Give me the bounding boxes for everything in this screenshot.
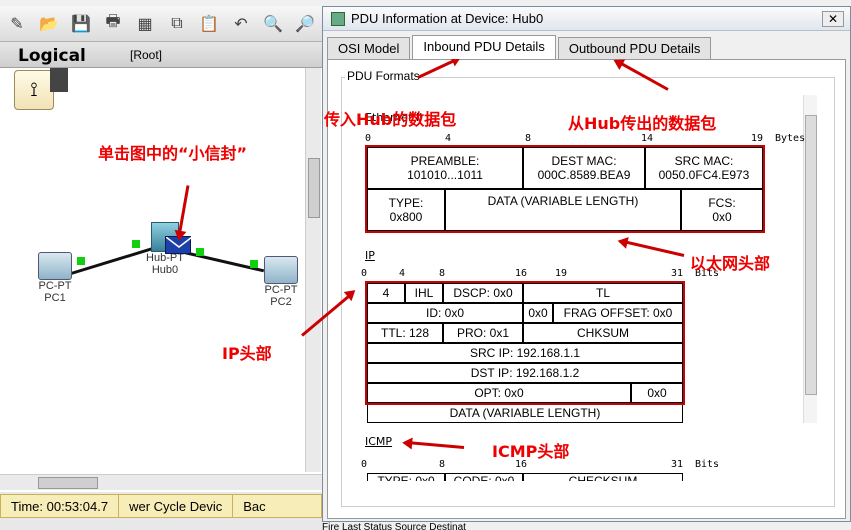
device-type: PC-PT — [38, 280, 72, 292]
annotation-outbound: 从Hub传出的数据包 — [568, 114, 717, 133]
annotation-click-envelope: 单击图中的“小信封” — [98, 144, 248, 163]
workspace-vertical-scrollbar[interactable] — [305, 68, 321, 472]
tab-bar: OSI Model Inbound PDU Details Outbound P… — [327, 35, 713, 59]
scale-tick: 14 — [641, 133, 654, 144]
scale-unit: Bytes — [775, 133, 806, 144]
group-label: PDU Formats — [345, 69, 422, 83]
scale-tick: 4 — [445, 133, 452, 144]
back-button[interactable]: Bac — [233, 495, 275, 517]
copy-icon[interactable]: ⧉ — [164, 11, 190, 37]
main-toolbar: ✎ 📂 💾 🖶 ▦ ⧉ 📋 ↶ 🔍 🔎 — [0, 6, 330, 42]
paste-icon[interactable]: 📋 — [196, 11, 222, 37]
device-pc2[interactable]: PC-PT PC2 — [256, 256, 306, 308]
scale-unit: Bits — [695, 459, 720, 470]
zoom-icon[interactable]: 🔎 — [292, 11, 318, 37]
save-icon[interactable]: 💾 — [68, 11, 94, 37]
scale-tick: 31 — [671, 268, 684, 279]
tab-osi-model[interactable]: OSI Model — [327, 37, 411, 59]
time-display: Time: 00:53:04.7 — [1, 495, 120, 517]
scroll-thumb[interactable] — [308, 158, 320, 218]
scale-tick: 16 — [515, 268, 528, 279]
scale-tick: 19 — [751, 133, 764, 144]
scroll-thumb[interactable] — [38, 477, 98, 489]
field-icmp-type: TYPE: 0x0 — [367, 473, 445, 481]
open-icon[interactable]: 📂 — [36, 11, 62, 37]
pdu-vertical-scrollbar[interactable] — [803, 95, 817, 423]
annotation-icmp-header: ICMP头部 — [492, 442, 570, 461]
viewport-icon[interactable] — [50, 68, 68, 92]
scale-tick: 0 — [365, 133, 372, 144]
activity-wizard-icon[interactable]: ▦ — [132, 11, 158, 37]
print-icon[interactable]: 🖶 — [100, 11, 126, 37]
scale-tick: 0 — [361, 268, 368, 279]
field-icmp-code: CODE: 0x0 — [445, 473, 523, 481]
icmp-row-clip: TYPE: 0x0 CODE: 0x0 CHECKSUM — [367, 473, 683, 481]
scale-tick: 0 — [361, 459, 368, 470]
workspace-horizontal-scrollbar[interactable] — [0, 474, 322, 490]
device-pc1[interactable]: PC-PT PC1 — [30, 252, 80, 304]
annotation-ethernet-header: 以太网头部 — [690, 254, 771, 273]
undo-icon[interactable]: ↶ — [228, 11, 254, 37]
link-dot — [196, 248, 204, 256]
event-list-header: Fire Last Status Source Destinat — [322, 522, 851, 530]
scale-tick: 31 — [671, 459, 684, 470]
pc-icon — [264, 256, 298, 284]
app-icon — [331, 11, 345, 26]
logical-view-icon[interactable]: ⟟ — [14, 70, 54, 110]
scale-tick: 4 — [399, 268, 406, 279]
ip-header-label: IP — [365, 249, 375, 262]
pc-icon — [38, 252, 72, 280]
logical-mode-label: Logical — [18, 46, 86, 66]
dialog-title: PDU Information at Device: Hub0 — [351, 11, 544, 26]
annotation-ip-header: IP头部 — [222, 344, 272, 363]
annotation-inbound: 传入Hub的数据包 — [324, 110, 457, 129]
status-bar: Time: 00:53:04.7 wer Cycle Devic Bac — [0, 494, 322, 518]
scroll-thumb[interactable] — [805, 115, 817, 395]
tab-inbound-pdu-details[interactable]: Inbound PDU Details — [412, 35, 556, 59]
dialog-titlebar[interactable]: PDU Information at Device: Hub0 — [323, 7, 850, 31]
device-name: PC2 — [270, 296, 292, 308]
tab-outbound-pdu-details[interactable]: Outbound PDU Details — [557, 37, 712, 59]
power-cycle-button[interactable]: wer Cycle Devic — [119, 495, 234, 517]
new-icon[interactable]: ✎ — [4, 11, 30, 37]
zoom-in-icon[interactable]: 🔍 — [260, 11, 286, 37]
link-dot — [132, 240, 140, 248]
scale-tick: 19 — [555, 268, 568, 279]
ethernet-highlight-box — [365, 145, 765, 233]
field-icmp-checksum: CHECKSUM — [523, 473, 683, 481]
close-button[interactable]: ✕ — [822, 11, 844, 27]
scale-tick: 8 — [525, 133, 532, 144]
scale-tick: 8 — [439, 459, 446, 470]
scale-tick: 8 — [439, 268, 446, 279]
icmp-header-label: ICMP — [365, 435, 393, 448]
device-type: PC-PT — [264, 284, 298, 296]
device-name: PC1 — [44, 292, 66, 304]
ip-highlight-box — [365, 281, 685, 405]
field-ip-data: DATA (VARIABLE LENGTH) — [367, 403, 683, 423]
device-name: Hub0 — [151, 264, 179, 276]
root-breadcrumb[interactable]: [Root] — [130, 48, 162, 62]
